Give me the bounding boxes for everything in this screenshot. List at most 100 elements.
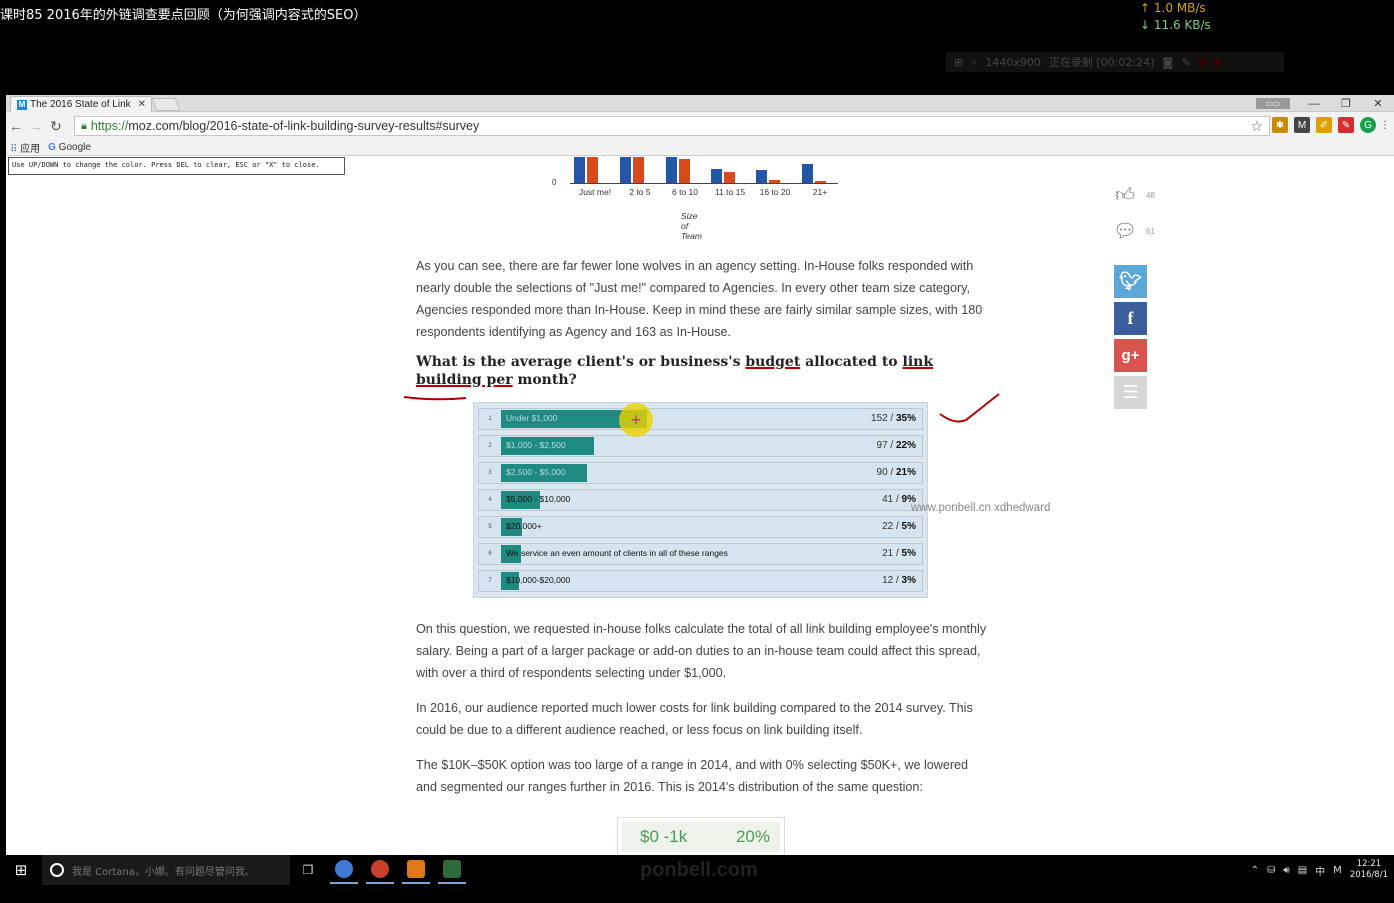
taskbar-recorder[interactable] <box>438 856 466 884</box>
team-bar-orange <box>815 181 826 183</box>
team-bar-orange <box>724 172 735 183</box>
chrome-icon <box>335 860 353 878</box>
extensions: ✱ M ✐ ✎ G ⋮ <box>1272 117 1390 133</box>
minimize-icon[interactable]: — <box>1298 98 1330 110</box>
extension-moz-icon[interactable]: M <box>1294 117 1310 133</box>
address-bar[interactable]: 🔒︎ https:// moz.com/blog/2016-state-of-l… <box>74 116 1270 136</box>
taskbar: ⊞ 我是 Cortana，小娜。有问题尽管问我。 ❐ ponbell.com ⌃… <box>0 855 1394 885</box>
team-bar-orange <box>679 159 690 183</box>
volume-icon[interactable]: 🔊︎ <box>1283 865 1289 876</box>
moz-favicon-icon: M <box>17 99 27 110</box>
windows-start-icon[interactable]: ⊞ <box>0 861 42 879</box>
new-tab-button[interactable] <box>151 98 181 111</box>
buffer-share-icon[interactable]: ☰ <box>1114 376 1147 409</box>
ime-indicator[interactable]: 中 <box>1315 863 1325 878</box>
close-window-icon[interactable]: ✕ <box>1362 97 1394 110</box>
row-count-value: 22 / <box>882 521 902 532</box>
resolution-label: 1440x900 <box>985 55 1041 69</box>
camera-icon[interactable]: ◙ <box>1162 56 1173 69</box>
clock-time: 12:21 <box>1356 859 1382 869</box>
google-plus-share-icon[interactable]: g+ <box>1114 339 1147 372</box>
team-bar-blue <box>756 170 767 183</box>
tab-close-icon[interactable]: ✕ <box>138 99 146 110</box>
question-budget: budget <box>745 354 801 370</box>
tray-expand-icon[interactable]: ⌃ <box>1251 865 1259 876</box>
network-icon[interactable]: ⛁ <box>1267 865 1275 876</box>
paragraph-in-house: On this question, we requested in-house … <box>416 622 987 680</box>
ime-mode-icon[interactable]: M <box>1333 865 1342 876</box>
team-label: Just me! <box>578 187 612 197</box>
menu-icon[interactable]: ⋮ <box>1380 117 1390 133</box>
zoom-icon[interactable]: ⌕ <box>971 55 977 69</box>
clock[interactable]: 12:21 2016/8/1 <box>1350 859 1388 881</box>
question-month: month? <box>517 372 577 388</box>
bottom-strip <box>0 885 1394 903</box>
cortana-search[interactable]: 我是 Cortana，小娜。有问题尽管问我。 <box>42 855 290 885</box>
row-count-value: 21 / <box>882 548 902 559</box>
question-text: allocated to <box>800 354 903 370</box>
page-content: 0 Just me! 2 to 5 6 to 10 11 to 15 16 to… <box>6 157 1394 855</box>
facebook-share-icon[interactable]: f <box>1114 302 1147 335</box>
restore-icon[interactable]: ❐ <box>1330 97 1362 110</box>
profile-button[interactable]: ▭▭ <box>1256 98 1290 109</box>
forward-icon[interactable]: → <box>26 118 46 134</box>
notification-icon[interactable]: ▤ <box>1298 865 1307 876</box>
row-label: $1,000 - $2,500 <box>506 440 566 450</box>
team-bar-blue <box>802 164 813 183</box>
team-bar-orange <box>769 180 780 183</box>
watermark: www.ponbell.cn xdhedward <box>911 502 1051 514</box>
extension-gear-icon[interactable]: ✱ <box>1272 117 1288 133</box>
extension-pen-icon[interactable]: ✎ <box>1338 117 1354 133</box>
row-percent: 35% <box>895 413 916 424</box>
taskbar-powerpoint[interactable] <box>402 856 430 884</box>
row-count-value: 41 / <box>882 494 902 505</box>
apps-grid-icon: ⠿ <box>10 144 18 155</box>
clock-date: 2016/8/1 <box>1349 870 1388 880</box>
row-label: $5,000 - $10,000 <box>506 494 571 504</box>
recorder-toolbar[interactable]: ⊞ ⌕ 1440x900 正在录制 [00:02:24] ◙ ✎ <box>946 52 1284 72</box>
row-count-value: 90 / <box>876 467 896 478</box>
row-label: We service an even amount of clients in … <box>506 548 728 558</box>
row-number: 5 <box>488 524 492 530</box>
comment-count: 61 <box>1146 226 1155 236</box>
recorder-icon <box>443 860 461 878</box>
reload-icon[interactable]: ↻ <box>46 118 66 135</box>
extension-grammarly-icon[interactable]: G <box>1360 117 1376 133</box>
table-row: 4 $5,000 - $10,000 41 / 9% <box>478 489 923 511</box>
comment-icon[interactable]: 💬︎ <box>1113 220 1137 242</box>
row-count: 22 / 5% <box>882 521 916 532</box>
bookmark-star-icon[interactable]: ☆ <box>1250 118 1263 135</box>
back-icon[interactable]: ← <box>6 118 26 134</box>
bookmark-google[interactable]: G Google <box>48 142 91 153</box>
like-stat[interactable]: 👍︎ 48 <box>1114 177 1155 213</box>
pen-icon[interactable]: ✎ <box>1181 56 1190 69</box>
social-sidebar: 👍︎ 48 💬︎ 61 🐦︎ f g+ ☰ <box>1113 177 1155 409</box>
bookmark-apps[interactable]: ⠿ 应用 <box>10 140 40 155</box>
team-bar-blue <box>574 157 585 183</box>
row-percent: 22% <box>895 440 916 451</box>
row-number: 6 <box>488 551 492 557</box>
twitter-share-icon[interactable]: 🐦︎ <box>1114 265 1147 298</box>
record-icon[interactable] <box>1214 58 1223 66</box>
taskbar-chrome[interactable] <box>330 856 358 884</box>
thumbs-up-icon[interactable]: 👍︎ <box>1114 184 1136 206</box>
row-count: 97 / 22% <box>877 440 916 451</box>
row-percent: 5% <box>901 548 916 559</box>
annotation-hint: Use UP/DOWN to change the color. Press D… <box>8 157 345 175</box>
bookmarks-bar: ⠿ 应用 G Google <box>6 140 1394 156</box>
stop-icon[interactable] <box>1198 58 1207 66</box>
task-view-icon[interactable]: ❐ <box>290 863 326 877</box>
taskbar-app[interactable] <box>366 856 394 884</box>
extension-brush-icon[interactable]: ✐ <box>1316 117 1332 133</box>
distribution-2014-table: $0 -1k 20% <box>617 817 785 855</box>
row-count: 152 / 35% <box>871 413 916 424</box>
powerpoint-icon <box>407 860 425 878</box>
comment-stat[interactable]: 💬︎ 61 <box>1113 213 1155 249</box>
team-label: 2 to 5 <box>629 187 651 197</box>
tab-title: The 2016 State of Link <box>30 99 131 110</box>
table-row: 6 We service an even amount of clients in… <box>478 543 923 565</box>
browser-tab[interactable]: M The 2016 State of Link ✕ <box>10 96 152 112</box>
paragraph-2014: The $10K–$50K option was too large of a … <box>416 758 969 794</box>
window-icon[interactable]: ⊞ <box>954 56 963 69</box>
team-label: 21+ <box>812 187 828 197</box>
